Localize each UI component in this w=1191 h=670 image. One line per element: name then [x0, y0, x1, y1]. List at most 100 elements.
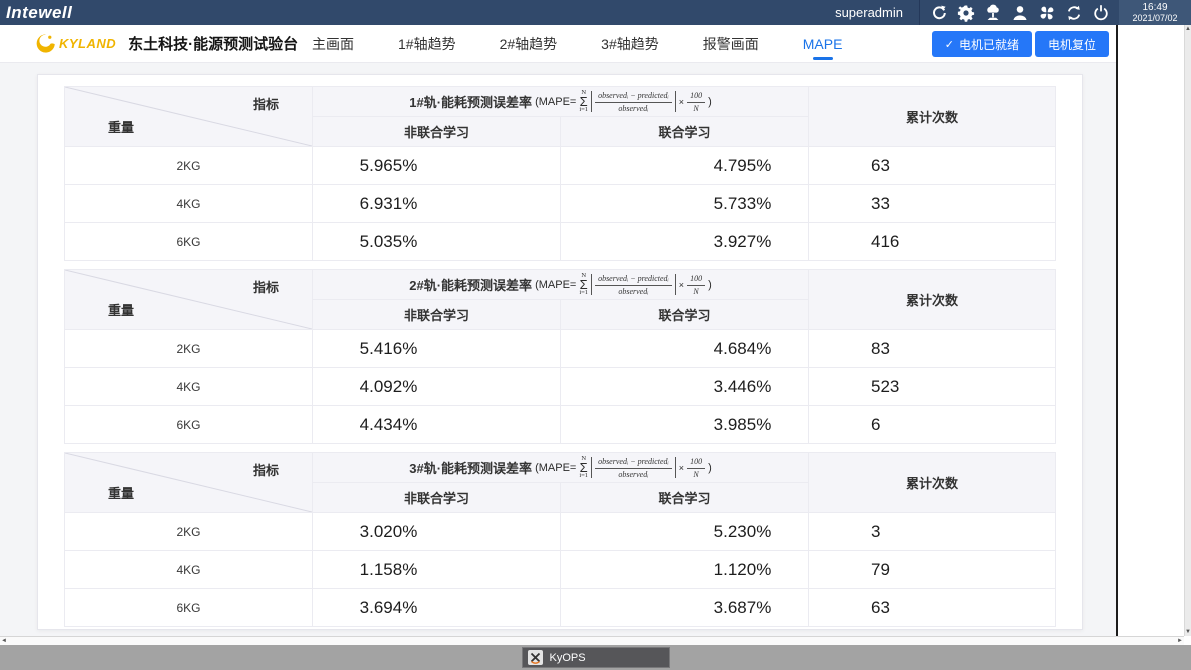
weight-cell: 2KG	[65, 330, 313, 368]
taskbar-app-kyops[interactable]: KyOPS	[522, 647, 670, 668]
weight-cell: 4KG	[65, 551, 313, 589]
count-cell: 63	[809, 589, 1056, 627]
weight-label: 重量	[108, 117, 134, 136]
table-row: 2KG 5.965% 4.795% 63	[65, 147, 1056, 185]
table-row: 4KG 6.931% 5.733% 33	[65, 185, 1056, 223]
non-federated-value-cell: 6.931%	[313, 185, 561, 223]
table-row: 2KG 3.020% 5.230% 3	[65, 513, 1056, 551]
user-icon[interactable]	[1010, 3, 1029, 22]
non-federated-header: 非联合学习	[313, 117, 561, 147]
scroll-up-icon[interactable]: ▲	[1184, 25, 1191, 33]
motor-ready-button[interactable]: ✓ 电机已就绪	[932, 31, 1032, 57]
motor-reset-button[interactable]: 电机复位	[1035, 31, 1109, 57]
motor-reset-label: 电机复位	[1048, 36, 1096, 53]
mape-formula: (MAPE= N Σ i=1 observedᵢ − predictedᵢ ob…	[535, 456, 712, 479]
count-cell: 6	[809, 406, 1056, 444]
mape-tables-card: 指标 重量 1#轨·能耗预测误差率 (MAPE= N Σ i=1	[37, 74, 1083, 630]
table-row: 6KG 4.434% 3.985% 6	[65, 406, 1056, 444]
kyops-icon	[528, 650, 543, 665]
count-cell: 83	[809, 330, 1056, 368]
indicator-label: 指标	[253, 94, 279, 113]
count-header: 累计次数	[809, 453, 1056, 513]
nav-item-mape[interactable]: MAPE	[801, 25, 845, 63]
app-navbar: KYLAND 东土科技·能源预测试验台 主画面 1#轴趋势 2#轴趋势 3#轴趋…	[0, 25, 1116, 63]
intewell-logo: Intewell	[0, 3, 72, 23]
horizontal-scrollbar[interactable]: ◄ ►	[0, 636, 1184, 645]
federated-value-cell: 3.927%	[561, 223, 809, 261]
os-taskbar: KyOPS	[0, 645, 1191, 670]
weight-indicator-header: 指标 重量	[65, 270, 313, 330]
weight-label: 重量	[108, 483, 134, 502]
federated-header: 联合学习	[561, 300, 809, 330]
nav-item-axis1-trend[interactable]: 1#轴趋势	[396, 25, 458, 63]
weight-cell: 6KG	[65, 589, 313, 627]
apps-icon[interactable]	[1037, 3, 1056, 22]
non-federated-value-cell: 3.694%	[313, 589, 561, 627]
scroll-right-icon[interactable]: ►	[1176, 637, 1184, 645]
weight-cell: 2KG	[65, 513, 313, 551]
nav-menu: 主画面 1#轴趋势 2#轴趋势 3#轴趋势 报警画面 MAPE	[310, 25, 844, 63]
table-row: 2KG 5.416% 4.684% 83	[65, 330, 1056, 368]
kyland-logo: KYLAND 东土科技·能源预测试验台	[0, 33, 298, 54]
non-federated-header: 非联合学习	[313, 300, 561, 330]
count-header: 累计次数	[809, 270, 1056, 330]
table-row: 4KG 1.158% 1.120% 79	[65, 551, 1056, 589]
motor-ready-label: 电机已就绪	[959, 36, 1019, 53]
scroll-down-icon[interactable]: ▼	[1184, 628, 1191, 636]
federated-value-cell: 4.684%	[561, 330, 809, 368]
federated-value-cell: 3.446%	[561, 368, 809, 406]
non-federated-value-cell: 4.092%	[313, 368, 561, 406]
power-icon[interactable]	[1091, 3, 1110, 22]
kyland-wordmark: KYLAND	[59, 36, 116, 51]
federated-header: 联合学习	[561, 117, 809, 147]
time-label: 16:49	[1142, 2, 1167, 13]
non-federated-value-cell: 5.035%	[313, 223, 561, 261]
gear-icon[interactable]	[956, 3, 975, 22]
table-title-cell: 1#轨·能耗预测误差率 (MAPE= N Σ i=1 observedᵢ − p…	[313, 87, 809, 117]
nav-item-axis3-trend[interactable]: 3#轴趋势	[599, 25, 661, 63]
nav-item-axis2-trend[interactable]: 2#轴趋势	[498, 25, 560, 63]
mape-table-rail-3: 指标 重量 3#轨·能耗预测误差率 (MAPE= N Σ i=1	[64, 452, 1056, 627]
mape-table-rail-1: 指标 重量 1#轨·能耗预测误差率 (MAPE= N Σ i=1	[64, 86, 1056, 261]
nav-item-alarm[interactable]: 报警画面	[701, 25, 761, 63]
non-federated-value-cell: 3.020%	[313, 513, 561, 551]
right-margin	[1118, 25, 1184, 636]
weight-cell: 6KG	[65, 223, 313, 261]
count-cell: 3	[809, 513, 1056, 551]
non-federated-value-cell: 4.434%	[313, 406, 561, 444]
circular-arrow-icon[interactable]	[929, 3, 948, 22]
table-row: 6KG 3.694% 3.687% 63	[65, 589, 1056, 627]
weight-cell: 4KG	[65, 185, 313, 223]
weight-cell: 2KG	[65, 147, 313, 185]
count-cell: 63	[809, 147, 1056, 185]
non-federated-value-cell: 1.158%	[313, 551, 561, 589]
main-content: 指标 重量 1#轨·能耗预测误差率 (MAPE= N Σ i=1	[0, 63, 1116, 636]
mape-table-rail-2: 指标 重量 2#轨·能耗预测误差率 (MAPE= N Σ i=1	[64, 269, 1056, 444]
check-icon: ✓	[945, 38, 954, 51]
date-label: 2021/07/02	[1132, 13, 1177, 24]
table-title: 3#轨·能耗预测误差率	[409, 458, 532, 477]
weight-indicator-header: 指标 重量	[65, 87, 313, 147]
sync-icon[interactable]	[1064, 3, 1083, 22]
nav-item-main[interactable]: 主画面	[310, 25, 356, 63]
vertical-scrollbar[interactable]: ▲ ▼	[1184, 25, 1191, 636]
kyland-bird-icon	[34, 33, 57, 54]
scroll-left-icon[interactable]: ◄	[0, 637, 8, 645]
topology-icon[interactable]	[983, 3, 1002, 22]
federated-value-cell: 5.230%	[561, 513, 809, 551]
weight-cell: 4KG	[65, 368, 313, 406]
mape-formula: (MAPE= N Σ i=1 observedᵢ − predictedᵢ ob…	[535, 90, 712, 113]
federated-value-cell: 3.687%	[561, 589, 809, 627]
system-topbar: Intewell superadmin	[0, 0, 1191, 25]
table-row: 4KG 4.092% 3.446% 523	[65, 368, 1056, 406]
weight-indicator-header: 指标 重量	[65, 453, 313, 513]
table-title-cell: 2#轨·能耗预测误差率 (MAPE= N Σ i=1 observedᵢ − p…	[313, 270, 809, 300]
mape-formula: (MAPE= N Σ i=1 observedᵢ − predictedᵢ ob…	[535, 273, 712, 296]
non-federated-value-cell: 5.416%	[313, 330, 561, 368]
non-federated-header: 非联合学习	[313, 483, 561, 513]
federated-value-cell: 4.795%	[561, 147, 809, 185]
non-federated-value-cell: 5.965%	[313, 147, 561, 185]
count-cell: 79	[809, 551, 1056, 589]
taskbar-app-label: KyOPS	[550, 652, 586, 664]
federated-value-cell: 1.120%	[561, 551, 809, 589]
